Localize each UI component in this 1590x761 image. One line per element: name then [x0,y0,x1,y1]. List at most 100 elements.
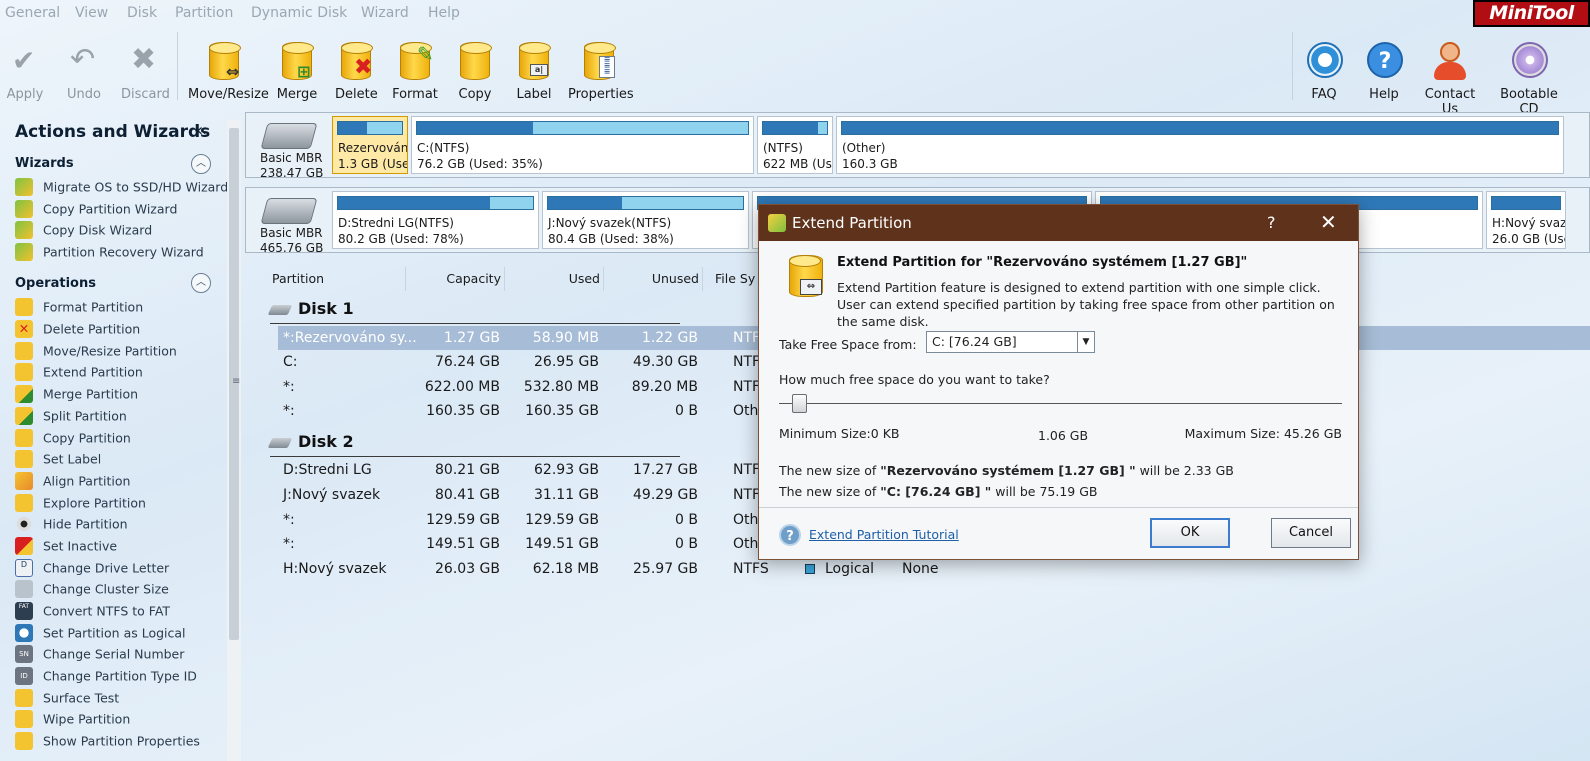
partition-block-j[interactable]: J:Nový svazek(NTFS) 80.4 GB (Used: 38%) [542,191,749,249]
sidebar-item-copy-partition[interactable]: Copy Partition [15,429,131,449]
merge-icon: ⊞ [277,40,317,84]
cancel-button[interactable]: Cancel [1271,518,1351,548]
sidebar-item-convert-ntfs-fat[interactable]: FAT Convert NTFS to FAT [15,602,170,622]
format-button[interactable]: ✎ Format [392,40,438,102]
sidebar-item-change-drive-letter[interactable]: D Change Drive Letter [15,559,169,579]
dialog-body: ⇔ Extend Partition for "Rezervováno syst… [759,241,1358,559]
wizards-collapse-button[interactable]: ︿ [191,154,211,174]
faq-label: FAQ [1311,87,1337,102]
splitter-grip[interactable]: ≡ [232,376,240,387]
merge-partition-icon [15,385,33,403]
help-button[interactable]: ? Help [1362,40,1406,102]
sidebar-item-set-inactive[interactable]: Set Inactive [15,537,117,557]
discard-button[interactable]: ✖ Discard [121,40,170,102]
faq-button[interactable]: FAQ [1302,40,1346,102]
set-logical-icon [15,624,33,642]
dialog-title-bar[interactable]: Extend Partition ? ✕ [759,205,1358,241]
merge-button[interactable]: ⊞ Merge [275,40,319,102]
disk-1-header[interactable]: Disk 1 [267,299,354,318]
chevron-down-icon[interactable]: ▼ [1077,332,1094,352]
sidebar-item-extend-partition[interactable]: Extend Partition [15,363,143,383]
sidebar-item-explore-partition[interactable]: Explore Partition [15,494,146,514]
copy-button[interactable]: Copy [454,40,496,102]
copy-partition-icon [15,429,33,447]
menu-help[interactable]: Help [428,5,460,21]
explore-partition-icon [15,494,33,512]
apply-button[interactable]: ✔ Apply [4,40,46,102]
properties-icon: ≡ ≡ ≡ [579,40,619,84]
column-header-used[interactable]: Used [506,267,604,291]
bootable-cd-button[interactable]: Bootable CD [1492,40,1566,117]
properties-button[interactable]: ≡ ≡ ≡ Properties [568,40,634,102]
sidebar-item-change-serial[interactable]: SN Change Serial Number [15,645,184,665]
sidebar-item-surface-test[interactable]: Surface Test [15,689,119,709]
tutorial-link[interactable]: Extend Partition Tutorial [809,527,959,542]
table-row[interactable]: H:Nový svazek 26.03 GB 62.18 MB 25.97 GB… [278,557,1590,581]
sidebar-item-set-logical[interactable]: Set Partition as Logical [15,624,186,644]
menu-partition[interactable]: Partition [175,5,233,21]
align-partition-icon [15,472,33,490]
disk-1-type: Basic MBR [260,151,323,165]
menu-disk[interactable]: Disk [127,5,157,21]
sidebar-item-copy-disk-wizard[interactable]: Copy Disk Wizard [15,221,152,241]
contact-us-button[interactable]: Contact Us [1418,40,1482,117]
partition-block-c[interactable]: C:(NTFS) 76.2 GB (Used: 35%) [411,116,754,174]
sidebar-item-split-partition[interactable]: Split Partition [15,407,127,427]
column-header-capacity[interactable]: Capacity [407,267,505,291]
sidebar-item-wipe-partition[interactable]: Wipe Partition [15,710,130,730]
ok-button[interactable]: OK [1150,518,1230,548]
partition-size: 160.3 GB [842,157,898,171]
sidebar-item-move-resize-partition[interactable]: Move/Resize Partition [15,342,177,362]
convert-fat-icon: FAT [15,602,33,620]
partition-size: 76.2 GB (Used: 35%) [417,157,543,171]
wand-icon [15,221,33,239]
dialog-help-button[interactable]: ? [1267,213,1276,232]
dialog-close-button[interactable]: ✕ [1320,210,1337,234]
set-label-icon [15,450,33,468]
sidebar-item-set-label[interactable]: Set Label [15,450,101,470]
partition-block-h[interactable]: H:Nový svaz 26.0 GB (Use [1486,191,1566,249]
take-from-select[interactable]: C: [76.24 GB] ▼ [926,331,1095,353]
partition-block-ntfs[interactable]: (NTFS) 622 MB (Use [757,116,833,174]
wand-icon [15,178,33,196]
menu-dynamic-disk[interactable]: Dynamic Disk [251,5,347,21]
move-resize-button[interactable]: ⇔ Move/Resize [188,40,269,102]
help-circle-icon[interactable]: ? [779,524,801,546]
sidebar-item-change-cluster-size[interactable]: Change Cluster Size [15,580,169,600]
partition-block-other[interactable]: (Other) 160.3 GB [836,116,1564,174]
column-header-partition[interactable]: Partition [270,267,406,291]
operations-collapse-button[interactable]: ︿ [191,273,211,293]
sidebar-item-change-type-id[interactable]: ID Change Partition Type ID [15,667,197,687]
sidebar-item-align-partition[interactable]: Align Partition [15,472,130,492]
partition-block-d[interactable]: D:Stredni LG(NTFS) 80.2 GB (Used: 78%) [332,191,539,249]
sidebar-item-merge-partition[interactable]: Merge Partition [15,385,138,405]
toolbar: ✔ Apply ↶ Undo ✖ Discard ⇔ Move/Resize ⊞… [0,28,1590,117]
menu-wizard[interactable]: Wizard [361,5,409,21]
sidebar-item-partition-properties[interactable]: Show Partition Properties [15,732,200,752]
move-resize-icon: ⇔ [204,40,244,84]
disk-icon [267,304,293,315]
size-slider-handle[interactable] [792,394,807,413]
undo-icon: ↶ [70,42,96,77]
undo-button[interactable]: ↶ Undo [63,40,105,102]
sidebar-item-format-partition[interactable]: Format Partition [15,298,143,318]
menu-general[interactable]: General [5,5,60,21]
label-button[interactable]: a| Label [513,40,555,102]
menu-view[interactable]: View [75,5,108,21]
dialog-heading: Extend Partition for "Rezervováno systém… [837,255,1248,270]
sidebar-item-migrate-os[interactable]: Migrate OS to SSD/HD Wizard [15,178,228,198]
disk-2-info[interactable]: Basic MBR 465.76 GB [248,190,330,255]
collapse-sidebar-icon[interactable]: « [196,120,207,141]
sidebar-item-hide-partition[interactable]: Hide Partition [15,515,128,535]
column-header-unused[interactable]: Unused [605,267,703,291]
sidebar-item-partition-recovery[interactable]: Partition Recovery Wizard [15,243,204,263]
sidebar-item-delete-partition[interactable]: ✕ Delete Partition [15,320,140,340]
new-size-line-2: The new size of "C: [76.24 GB] " will be… [779,484,1098,499]
selected-size-value: 1.06 GB [1038,428,1089,443]
sidebar-item-copy-partition-wizard[interactable]: Copy Partition Wizard [15,200,177,220]
disk-2-header[interactable]: Disk 2 [267,432,354,451]
delete-button[interactable]: ✖ Delete [335,40,378,102]
disk-1-info[interactable]: Basic MBR 238.47 GB [248,115,330,180]
partition-block-reserved[interactable]: Rezervováno 1.3 GB (Used [332,116,408,174]
size-slider-track[interactable] [779,403,1342,404]
